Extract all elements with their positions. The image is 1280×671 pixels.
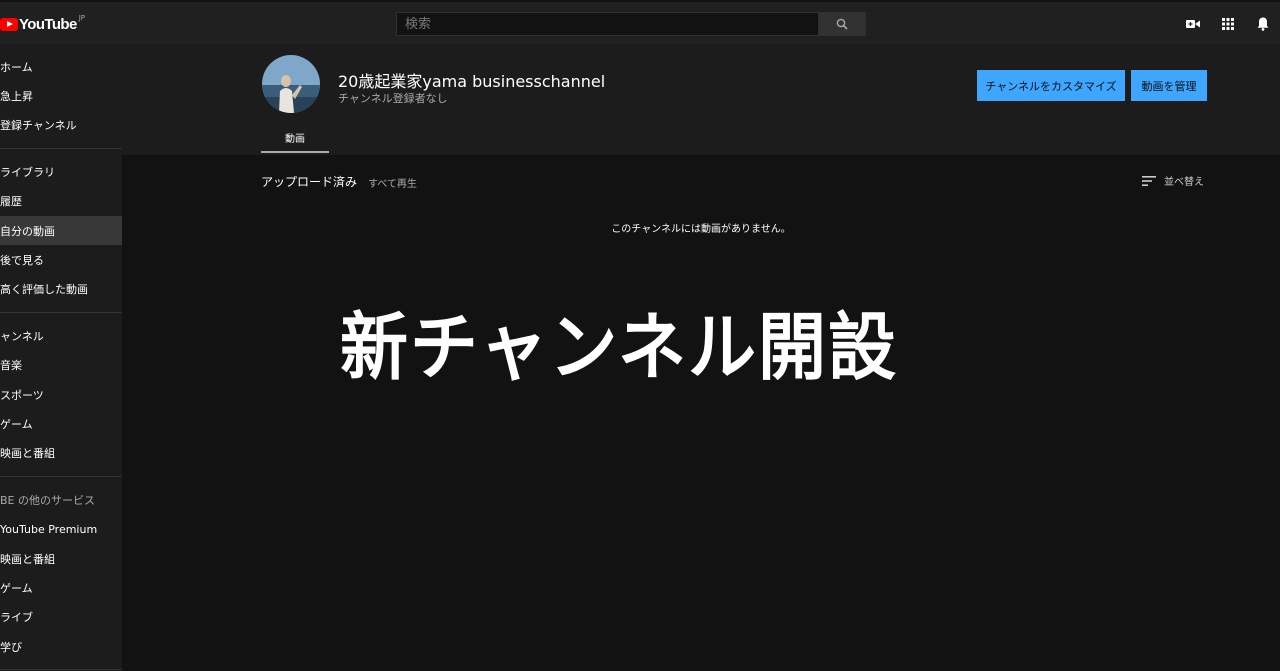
uploads-title[interactable]: アップロード済み xyxy=(261,173,357,190)
sidebar-item-label: 学び xyxy=(0,640,22,654)
tab-videos[interactable]: 動画 xyxy=(261,123,329,153)
sidebar-item-premium[interactable]: YouTube Premium xyxy=(0,514,122,543)
top-icons xyxy=(1175,14,1280,34)
search-button[interactable] xyxy=(819,12,866,36)
upload-video-button[interactable] xyxy=(1175,14,1210,34)
sidebar-heading-label: BE の他のサービス xyxy=(0,493,95,507)
sidebar-item-live[interactable]: ライブ xyxy=(0,603,122,632)
sidebar-item-watch-later[interactable]: 後で見る xyxy=(0,245,122,274)
sidebar-item-label: ライブ xyxy=(0,611,33,625)
search-input[interactable] xyxy=(396,12,819,36)
play-all-link[interactable]: すべて再生 xyxy=(368,175,417,190)
youtube-logo[interactable]: YouTube JP xyxy=(0,14,86,33)
sidebar-item-label: ゲーム xyxy=(0,581,33,595)
sidebar-divider xyxy=(0,148,122,150)
manage-videos-button[interactable]: 動画を管理 xyxy=(1131,70,1207,101)
sidebar-item-gaming[interactable]: ゲーム xyxy=(0,409,122,438)
sidebar-item-channels[interactable]: ャンネル xyxy=(0,321,122,350)
sidebar-section-heading: BE の他のサービス xyxy=(0,485,122,514)
channel-header: 20歳起業家yama businesschannel チャンネル登録者なし チャ… xyxy=(122,44,1280,155)
channel-name: 20歳起業家yama businesschannel xyxy=(338,72,606,91)
sidebar-item-liked-videos[interactable]: 高く評価した動画 xyxy=(0,275,122,304)
apps-grid-icon xyxy=(1221,18,1234,30)
bell-icon xyxy=(1257,17,1268,31)
sidebar-item-label: 登録チャンネル xyxy=(0,119,77,133)
logo-text: YouTube xyxy=(19,15,77,33)
sidebar-item-learning[interactable]: 学び xyxy=(0,632,122,661)
sidebar-item-library[interactable]: ライブラリ xyxy=(0,157,122,186)
main-content: アップロード済み すべて再生 並べ替え このチャンネルには動画がありません。 新… xyxy=(122,155,1280,671)
sidebar-item-label: 急上昇 xyxy=(0,90,33,104)
avatar-image xyxy=(262,55,320,113)
sidebar-item-history[interactable]: 履歴 xyxy=(0,187,122,216)
sidebar-item-my-videos[interactable]: 自分の動画 xyxy=(0,215,122,246)
sidebar-item-sports[interactable]: スポーツ xyxy=(0,380,122,409)
sidebar-item-music[interactable]: 音楽 xyxy=(0,351,122,380)
sidebar-divider xyxy=(0,669,122,671)
sidebar-item-label: スポーツ xyxy=(0,388,44,402)
sidebar-item-subscriptions[interactable]: 登録チャンネル xyxy=(0,111,122,140)
sidebar-item-label: 映画と番組 xyxy=(0,552,55,566)
search-bar xyxy=(396,12,866,36)
overlay-title: 新チャンネル開設 xyxy=(340,305,898,391)
youtube-play-icon xyxy=(0,17,18,31)
sidebar-item-label: 音楽 xyxy=(0,359,22,373)
sidebar-item-movies-2[interactable]: 映画と番組 xyxy=(0,544,122,573)
sort-label: 並べ替え xyxy=(1164,177,1204,188)
tab-videos-label: 動画 xyxy=(285,133,305,145)
notifications-button[interactable] xyxy=(1245,14,1280,34)
sidebar-item-home[interactable]: ホーム xyxy=(0,52,122,81)
logo-region: JP xyxy=(78,14,86,22)
top-bar: YouTube JP xyxy=(0,0,1280,44)
sidebar-item-label: 自分の動画 xyxy=(0,224,55,238)
sidebar-divider xyxy=(0,312,122,314)
sidebar-item-label: 後で見る xyxy=(0,254,44,268)
search-icon xyxy=(836,18,848,30)
sidebar-item-label: ャンネル xyxy=(0,329,44,343)
sidebar-divider xyxy=(0,476,122,478)
sidebar-item-label: ゲーム xyxy=(0,417,33,431)
video-camera-icon xyxy=(1185,20,1200,28)
sidebar-item-label: YouTube Premium xyxy=(0,522,98,536)
sidebar-item-label: 履歴 xyxy=(0,195,22,209)
sidebar-item-movies[interactable]: 映画と番組 xyxy=(0,439,122,468)
sidebar-item-label: 映画と番組 xyxy=(0,447,55,461)
empty-message: このチャンネルには動画がありません。 xyxy=(611,224,791,235)
sidebar-item-label: 高く評価した動画 xyxy=(0,283,88,297)
sidebar-item-trending[interactable]: 急上昇 xyxy=(0,81,122,110)
avatar[interactable] xyxy=(262,55,320,113)
subscriber-count: チャンネル登録者なし xyxy=(338,92,448,105)
sort-icon xyxy=(1142,175,1156,186)
sort-button[interactable]: 並べ替え xyxy=(1142,173,1204,188)
apps-button[interactable] xyxy=(1210,14,1245,34)
sidebar-item-gaming-2[interactable]: ゲーム xyxy=(0,573,122,602)
sidebar-item-label: ホーム xyxy=(0,60,33,74)
sidebar-item-label: ライブラリ xyxy=(0,165,55,179)
sidebar: ホーム 急上昇 登録チャンネル ライブラリ 履歴 自分の動画 後で見る 高く評価… xyxy=(0,44,122,671)
customize-channel-button[interactable]: チャンネルをカスタマイズ xyxy=(977,70,1125,101)
